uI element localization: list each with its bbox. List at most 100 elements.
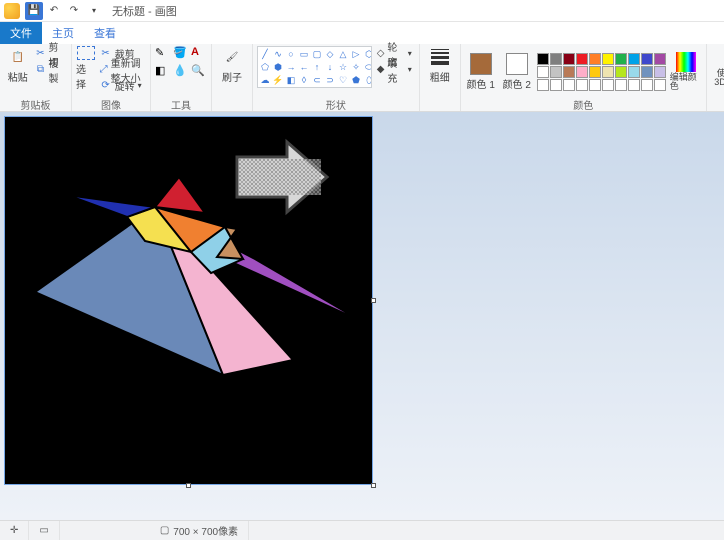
workspace[interactable] (0, 112, 724, 520)
outline-icon: ◇ (377, 48, 385, 59)
paste-button[interactable]: 📋 粘贴 (4, 46, 32, 84)
paint3d-label: 使用画图 3D 进行编辑 (711, 69, 724, 96)
color1-swatch (470, 53, 492, 75)
qat-save-button[interactable]: 💾 (25, 2, 43, 20)
group-size: 粗细 (420, 44, 461, 111)
palette-swatch-empty[interactable] (576, 79, 588, 91)
copy-icon: ⧉ (36, 64, 46, 76)
palette-swatch[interactable] (654, 53, 666, 65)
palette-swatch-empty[interactable] (563, 79, 575, 91)
ribbon: 📋 粘贴 ✂剪切 ⧉複製 剪贴板 选择 ✂裁剪 ⤢重新调整大小 ⟳旋转▾ 图像 (0, 44, 724, 112)
palette-swatch-empty[interactable] (615, 79, 627, 91)
resize-handle-right[interactable] (371, 298, 376, 303)
tab-view[interactable]: 查看 (84, 22, 126, 44)
color1-label: 颜色 1 (467, 76, 495, 91)
palette-swatch[interactable] (550, 53, 562, 65)
paste-label: 粘贴 (8, 69, 28, 84)
edit-colors-label: 编辑颜色 (670, 73, 702, 91)
text-tool[interactable]: A (191, 46, 207, 62)
palette-swatch-empty[interactable] (537, 79, 549, 91)
status-dimensions: ▢700 × 700像素 (150, 521, 249, 540)
palette-swatch[interactable] (576, 53, 588, 65)
ribbon-tabs: 文件 主页 查看 (0, 22, 724, 44)
size-icon (429, 46, 451, 68)
select-label: 选择 (76, 61, 96, 91)
titlebar: 💾 ↶ ↷ ▾ 无标题 - 画图 (0, 0, 724, 22)
palette-swatch[interactable] (641, 66, 653, 78)
palette-swatch[interactable] (654, 66, 666, 78)
brushes-button[interactable]: 🖌 刷子 (216, 46, 248, 84)
resize-handle-corner[interactable] (371, 483, 376, 488)
size-label: 粗细 (430, 69, 450, 84)
fill-label: 填充 (387, 55, 404, 85)
resize-button[interactable]: ⤢重新调整大小 (98, 62, 146, 77)
magnifier-tool[interactable]: 🔍 (191, 64, 207, 80)
statusbar: ✛ ▭ ▢700 × 700像素 (0, 520, 724, 540)
resize-handle-bottom[interactable] (186, 483, 191, 488)
fill-icon: ◆ (377, 64, 385, 75)
palette-swatch-empty[interactable] (641, 79, 653, 91)
fill-tool[interactable]: 🪣 (173, 46, 189, 62)
palette-swatch[interactable] (589, 53, 601, 65)
group-image: 选择 ✂裁剪 ⤢重新调整大小 ⟳旋转▾ 图像 (72, 44, 151, 111)
status-selection: ▭ (29, 521, 59, 540)
color1-button[interactable]: 颜色 1 (465, 53, 497, 91)
group-clipboard: 📋 粘贴 ✂剪切 ⧉複製 剪贴板 (0, 44, 72, 111)
group-brushes: 🖌 刷子 (212, 44, 253, 111)
palette-swatch[interactable] (563, 66, 575, 78)
edit-colors-button[interactable]: 编辑颜色 (670, 52, 702, 91)
palette-swatch[interactable] (628, 53, 640, 65)
palette-swatch-empty[interactable] (654, 79, 666, 91)
palette-swatch[interactable] (641, 53, 653, 65)
pencil-tool[interactable]: ✎ (155, 46, 171, 62)
canvas[interactable] (4, 116, 373, 485)
palette-swatch[interactable] (576, 66, 588, 78)
palette-swatch-empty[interactable] (589, 79, 601, 91)
palette-swatch[interactable] (628, 66, 640, 78)
palette-swatch[interactable] (615, 66, 627, 78)
palette-swatch-empty[interactable] (550, 79, 562, 91)
palette-swatch[interactable] (537, 53, 549, 65)
crosshair-icon: ✛ (10, 525, 18, 536)
cut-icon: ✂ (36, 48, 46, 60)
group-colors-label: 颜色 (573, 97, 593, 111)
palette-swatch[interactable] (589, 66, 601, 78)
size-button[interactable]: 粗细 (424, 46, 456, 84)
tab-file[interactable]: 文件 (0, 22, 42, 44)
rotate-button[interactable]: ⟳旋转▾ (98, 78, 146, 93)
group-size-label (438, 97, 441, 111)
palette-swatch[interactable] (550, 66, 562, 78)
picker-tool[interactable]: 💧 (173, 64, 189, 80)
qat-undo-button[interactable]: ↶ (45, 2, 63, 20)
rainbow-icon (676, 52, 696, 72)
select-icon (77, 46, 95, 60)
group-image-label: 图像 (101, 97, 121, 111)
group-brushes-label (231, 97, 234, 111)
palette-swatch[interactable] (537, 66, 549, 78)
color2-button[interactable]: 颜色 2 (501, 53, 533, 91)
group-tools: ✎ 🪣 A ◧ 💧 🔍 工具 (151, 44, 212, 111)
palette-swatch-empty[interactable] (602, 79, 614, 91)
group-colors: 颜色 1 颜色 2 编辑颜色 颜色 (461, 44, 707, 111)
qat-redo-button[interactable]: ↷ (65, 2, 83, 20)
group-tools-label: 工具 (171, 97, 191, 111)
color-palette[interactable] (537, 53, 666, 91)
copy-button[interactable]: ⧉複製 (34, 62, 68, 77)
status-coords: ✛ (0, 521, 29, 540)
select-button[interactable]: 选择 (76, 46, 96, 91)
brushes-label: 刷子 (222, 69, 242, 84)
group-shapes-label: 形状 (326, 97, 346, 111)
palette-swatch[interactable] (602, 53, 614, 65)
paint3d-button[interactable]: 💎 使用画图 3D 进行编辑 (711, 46, 724, 96)
palette-swatch[interactable] (615, 53, 627, 65)
group-paint3d: 💎 使用画图 3D 进行编辑 i 产品提醒 (707, 44, 724, 111)
palette-swatch[interactable] (563, 53, 575, 65)
eraser-tool[interactable]: ◧ (155, 64, 171, 80)
shape-fill-button[interactable]: ◆填充▾ (374, 62, 415, 77)
color2-label: 颜色 2 (503, 76, 531, 91)
palette-swatch[interactable] (602, 66, 614, 78)
palette-swatch-empty[interactable] (628, 79, 640, 91)
qat-customize-button[interactable]: ▾ (85, 2, 103, 20)
shapes-gallery[interactable]: ╱∿○▭▢◇△▷⬡ ⬠⬢→←↑↓☆✧⬭ ☁⚡◧◊⊂⊃♡⬟⬯ (257, 46, 372, 88)
brush-icon: 🖌 (221, 46, 243, 68)
